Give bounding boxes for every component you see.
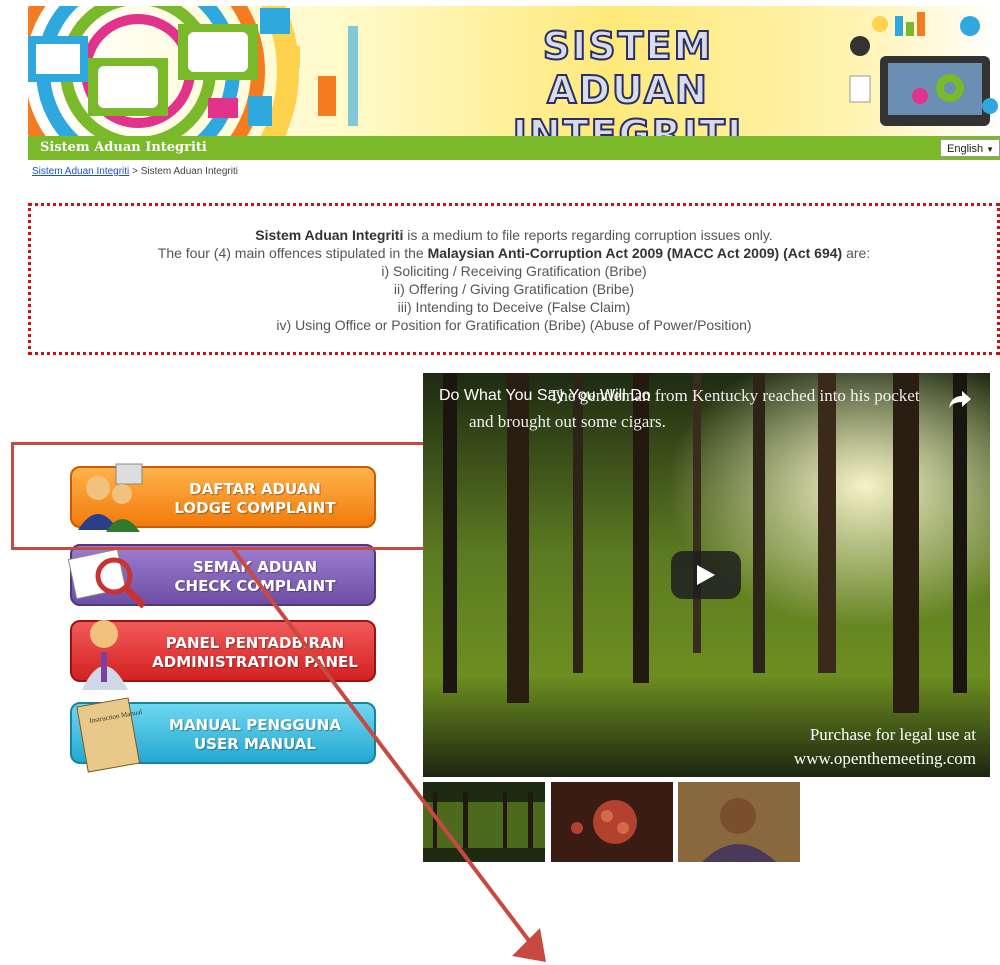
- forest-thumbnail-image: [423, 782, 545, 862]
- language-value: English: [947, 143, 984, 155]
- site-name-bar: Sistem Aduan Integriti English ▼: [28, 136, 1000, 160]
- info-system-name: Sistem Aduan Integriti: [255, 227, 404, 243]
- language-select[interactable]: English ▼: [940, 139, 1000, 157]
- administration-panel-label: PANEL PENTADBIRAN ADMINISTRATION PANEL: [150, 634, 360, 672]
- info-line-2-post: are:: [846, 245, 871, 261]
- header-banner: SISTEM ADUAN INTEGRITI: [28, 6, 1000, 136]
- user-manual-label: MANUAL PENGGUNA USER MANUAL: [150, 716, 360, 754]
- site-name: Sistem Aduan Integriti: [40, 140, 207, 155]
- banner-title: SISTEM ADUAN INTEGRITI: [458, 23, 798, 136]
- check-label-ms: SEMAK ADUAN: [192, 558, 318, 576]
- info-act-name: Malaysian Anti-Corruption Act 2009 (MACC…: [427, 245, 843, 261]
- admin-person-icon: [82, 620, 128, 690]
- info-line-1-text: is a medium to file reports regarding co…: [407, 227, 773, 243]
- manual-label-en: USER MANUAL: [194, 735, 316, 753]
- legal-line1: Purchase for legal use at: [809, 725, 976, 744]
- administration-panel-button[interactable]: PANEL PENTADBIRAN ADMINISTRATION PANEL: [70, 620, 376, 690]
- chevron-down-icon: ▼: [986, 145, 994, 154]
- breadcrumb-separator: >: [132, 166, 138, 177]
- admin-label-ms: PANEL PENTADBIRAN: [165, 634, 345, 652]
- video-caption-line2: and brought out some cigars.: [469, 412, 666, 431]
- video-thumbnail[interactable]: [678, 782, 800, 862]
- banner-title-line1: SISTEM: [542, 23, 714, 69]
- breadcrumb-current: Sistem Aduan Integriti: [140, 166, 238, 177]
- breadcrumb-link-home[interactable]: Sistem Aduan Integriti: [32, 166, 129, 177]
- video-player[interactable]: The gentleman from Kentucky reached into…: [423, 373, 990, 777]
- info-notice-box: Sistem Aduan Integriti is a medium to fi…: [28, 203, 1000, 355]
- banner-graphic: [28, 6, 358, 136]
- check-label-en: CHECK COMPLAINT: [174, 577, 336, 595]
- offence-item: ii) Offering / Giving Gratification (Bri…: [393, 281, 635, 297]
- admin-label-en: ADMINISTRATION PANEL: [152, 653, 358, 671]
- info-line-1: Sistem Aduan Integriti is a medium to fi…: [31, 226, 997, 244]
- manual-label-ms: MANUAL PENGGUNA: [169, 716, 341, 734]
- highlight-box: [11, 442, 457, 550]
- check-complaint-button[interactable]: SEMAK ADUAN CHECK COMPLAINT: [67, 544, 376, 609]
- user-manual-button[interactable]: Instruction Manual MANUAL PENGGUNA USER …: [70, 697, 376, 773]
- video-thumbnail[interactable]: [423, 782, 545, 862]
- share-icon[interactable]: [948, 389, 972, 409]
- person-thumbnail-image: [678, 782, 800, 862]
- video-thumbnail[interactable]: [551, 782, 673, 862]
- banner-title-line2: ADUAN INTEGRITI: [512, 67, 744, 136]
- breadcrumb: Sistem Aduan Integriti > Sistem Aduan In…: [32, 166, 238, 177]
- info-line-2-pre: The four (4) main offences stipulated in…: [157, 245, 424, 261]
- computer-icons-graphic: [849, 12, 998, 126]
- video-legal-notice: Purchase for legal use at www.openthemee…: [794, 723, 976, 771]
- check-complaint-label: SEMAK ADUAN CHECK COMPLAINT: [150, 558, 360, 596]
- play-button[interactable]: [671, 551, 741, 599]
- info-line-2: The four (4) main offences stipulated in…: [31, 244, 997, 262]
- offence-item: iv) Using Office or Position for Gratifi…: [276, 317, 752, 333]
- offence-item: i) Soliciting / Receiving Gratification …: [381, 263, 647, 279]
- legal-line2: www.openthemeeting.com: [793, 749, 976, 768]
- play-icon: [697, 565, 715, 585]
- virus-thumbnail-image: [551, 782, 673, 862]
- instruction-manual-book-icon: Instruction Manual: [76, 697, 143, 773]
- video-title[interactable]: Do What You Say You Will Do: [439, 387, 651, 405]
- offence-item: iii) Intending to Deceive (False Claim): [397, 299, 631, 315]
